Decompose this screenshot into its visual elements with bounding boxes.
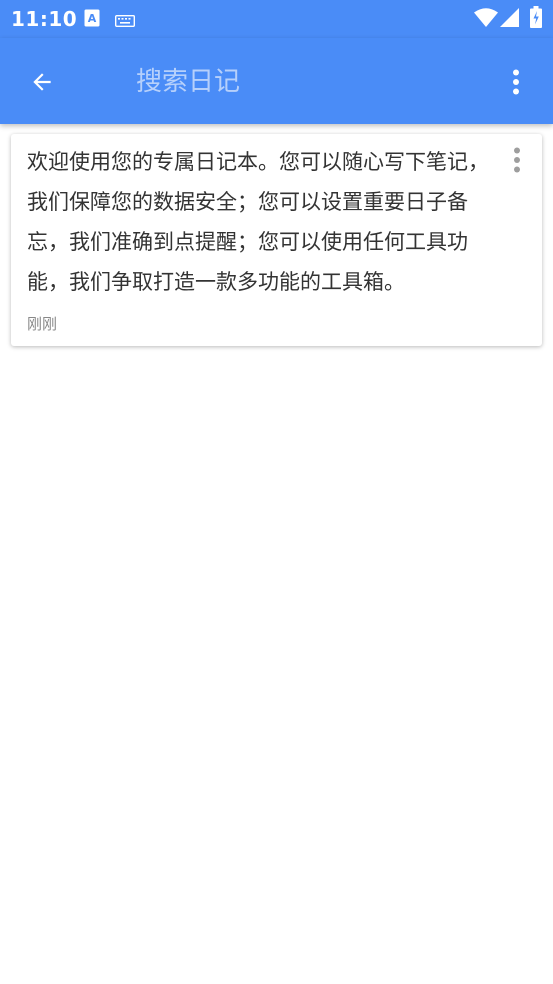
toolbar (0, 38, 553, 124)
svg-text:A: A (88, 12, 97, 25)
more-vert-icon (513, 69, 519, 95)
note-menu-button[interactable] (505, 142, 529, 178)
status-bar: 11:10 A (0, 0, 553, 38)
more-vert-icon (514, 147, 520, 173)
note-timestamp: 刚刚 (27, 315, 58, 333)
back-button[interactable] (18, 58, 66, 106)
search-input[interactable] (136, 60, 456, 104)
keyboard-icon (114, 12, 136, 31)
more-options-button[interactable] (492, 58, 540, 106)
battery-icon (530, 6, 542, 32)
wifi-icon (474, 8, 498, 32)
note-content: 欢迎使用您的专属日记本。您可以随心写下笔记，我们保障您的数据安全；您可以设置重要… (27, 150, 489, 294)
note-card[interactable]: 欢迎使用您的专属日记本。您可以随心写下笔记，我们保障您的数据安全；您可以设置重要… (11, 134, 542, 346)
arrow-left-icon (33, 73, 51, 91)
status-time: 11:10 (11, 7, 78, 31)
a11y-icon: A (84, 9, 100, 31)
signal-icon (500, 8, 519, 31)
